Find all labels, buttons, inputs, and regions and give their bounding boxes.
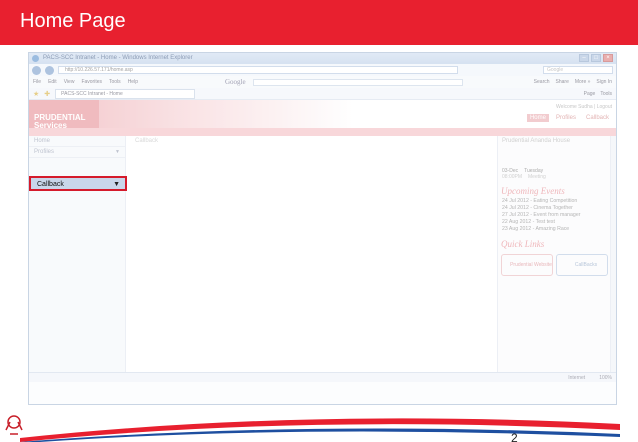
event-item[interactable]: 23 Aug 2012 - Amazing Race — [498, 226, 616, 233]
event-item[interactable]: 24 Jul 2012 - Cinema Together — [498, 205, 616, 212]
window-title: PACS-SCC Intranet - Home - Windows Inter… — [43, 55, 193, 61]
site-nav-callback[interactable]: Callback — [583, 114, 612, 122]
toolbar-sign-in[interactable]: Sign In — [596, 79, 612, 85]
menu-bar: File Edit View Favorites Tools Help Goog… — [29, 76, 616, 88]
favorites-row: ★ ✚ PACS-SCC Intranet - Home Page Tools — [29, 88, 616, 100]
callbacks-link[interactable]: CallBacks — [556, 254, 608, 276]
back-button[interactable] — [32, 65, 41, 75]
footer-swoosh — [5, 415, 620, 442]
chevron-down-icon: ▼ — [113, 181, 120, 188]
browser-tab[interactable]: PACS-SCC Intranet - Home — [55, 88, 196, 99]
forward-button[interactable] — [45, 65, 54, 75]
left-nav-profiles-label: Profiles — [34, 149, 55, 155]
status-zoom[interactable]: 100% — [599, 375, 612, 381]
callback-highlight[interactable]: Callback ▼ — [29, 176, 127, 191]
slide-title-bar: Home Page — [0, 0, 638, 45]
quick-links-heading: Quick Links — [501, 239, 545, 249]
left-nav: Home Profiles ▼ — [29, 136, 126, 382]
google-search-input[interactable] — [252, 78, 463, 86]
window-controls: – □ × — [579, 54, 613, 62]
page-menu[interactable]: Page — [584, 91, 596, 97]
menu-file[interactable]: File — [33, 79, 41, 85]
left-nav-home-label: Home — [34, 138, 51, 144]
event-item[interactable]: 24 Jul 2012 - Eating Competition — [498, 198, 616, 205]
menu-favorites[interactable]: Favorites — [81, 79, 102, 85]
toolbar-more[interactable]: More » — [575, 79, 591, 85]
quick-links: Prudential Website CallBacks — [498, 251, 616, 279]
browser-window: PACS-SCC Intranet - Home - Windows Inter… — [28, 52, 617, 405]
status-bar: Internet 100% — [29, 372, 616, 382]
scrollbar[interactable] — [610, 136, 616, 372]
address-row: http://10.226.57.171/home.asp Google — [29, 64, 616, 76]
prudential-website-link[interactable]: Prudential Website — [501, 254, 553, 276]
address-bar[interactable]: http://10.226.57.171/home.asp — [58, 66, 458, 74]
menu-edit[interactable]: Edit — [48, 79, 57, 85]
main-area: Callback — [127, 136, 497, 382]
slide-title: Home Page — [20, 10, 126, 32]
add-favorites-icon[interactable]: ✚ — [44, 90, 50, 98]
page-content: PRUDENTIAL Services Welcome Sudha | Logo… — [29, 100, 616, 382]
page-heading: Callback — [135, 138, 159, 144]
window-title-bar: PACS-SCC Intranet - Home - Windows Inter… — [29, 53, 616, 64]
toolbar-share[interactable]: Share — [556, 79, 569, 85]
upcoming-events-heading: Upcoming Events — [501, 186, 565, 196]
mascot-icon — [5, 415, 23, 435]
site-nav-strip — [29, 128, 616, 136]
calendar-event: Meeting — [528, 174, 546, 180]
slide: Home Page PACS-SCC Intranet - Home - Win… — [0, 0, 638, 442]
site-nav-home[interactable]: Home — [526, 114, 549, 122]
google-toolbar-label: Google — [224, 78, 246, 86]
event-item[interactable]: 22 Aug 2012 - Test test — [498, 219, 616, 226]
welcome-text: Welcome Sudha | Logout — [556, 104, 612, 110]
close-button[interactable]: × — [603, 54, 613, 62]
left-nav-home[interactable]: Home — [29, 136, 125, 147]
menu-tools[interactable]: Tools — [109, 79, 121, 85]
right-panel: Prudential Ananda House 03-Dec Tuesday 0… — [497, 136, 616, 382]
minimize-button[interactable]: – — [579, 54, 589, 62]
ie-logo-icon — [32, 55, 39, 62]
site-nav: Home Profiles Callback — [526, 114, 612, 122]
left-nav-profiles[interactable]: Profiles ▼ — [29, 147, 125, 158]
tools-menu[interactable]: Tools — [600, 91, 612, 97]
chevron-down-icon: ▼ — [115, 149, 120, 155]
calendar-time: 08:00PM — [502, 174, 523, 180]
event-item[interactable]: 27 Jul 2012 - Event from manager — [498, 212, 616, 219]
menu-help[interactable]: Help — [128, 79, 138, 85]
callback-label: Callback — [37, 181, 64, 188]
menu-view[interactable]: View — [64, 79, 75, 85]
toolbar-search[interactable]: Search — [534, 79, 550, 85]
browser-search-box[interactable]: Google — [543, 66, 613, 74]
status-zone: Internet — [568, 374, 586, 381]
site-nav-profiles[interactable]: Profiles — [553, 114, 579, 122]
page-number: 2 — [511, 431, 518, 442]
favorites-star-icon[interactable]: ★ — [33, 90, 39, 98]
maximize-button[interactable]: □ — [591, 54, 601, 62]
right-panel-heading: Prudential Ananda House — [502, 138, 571, 144]
